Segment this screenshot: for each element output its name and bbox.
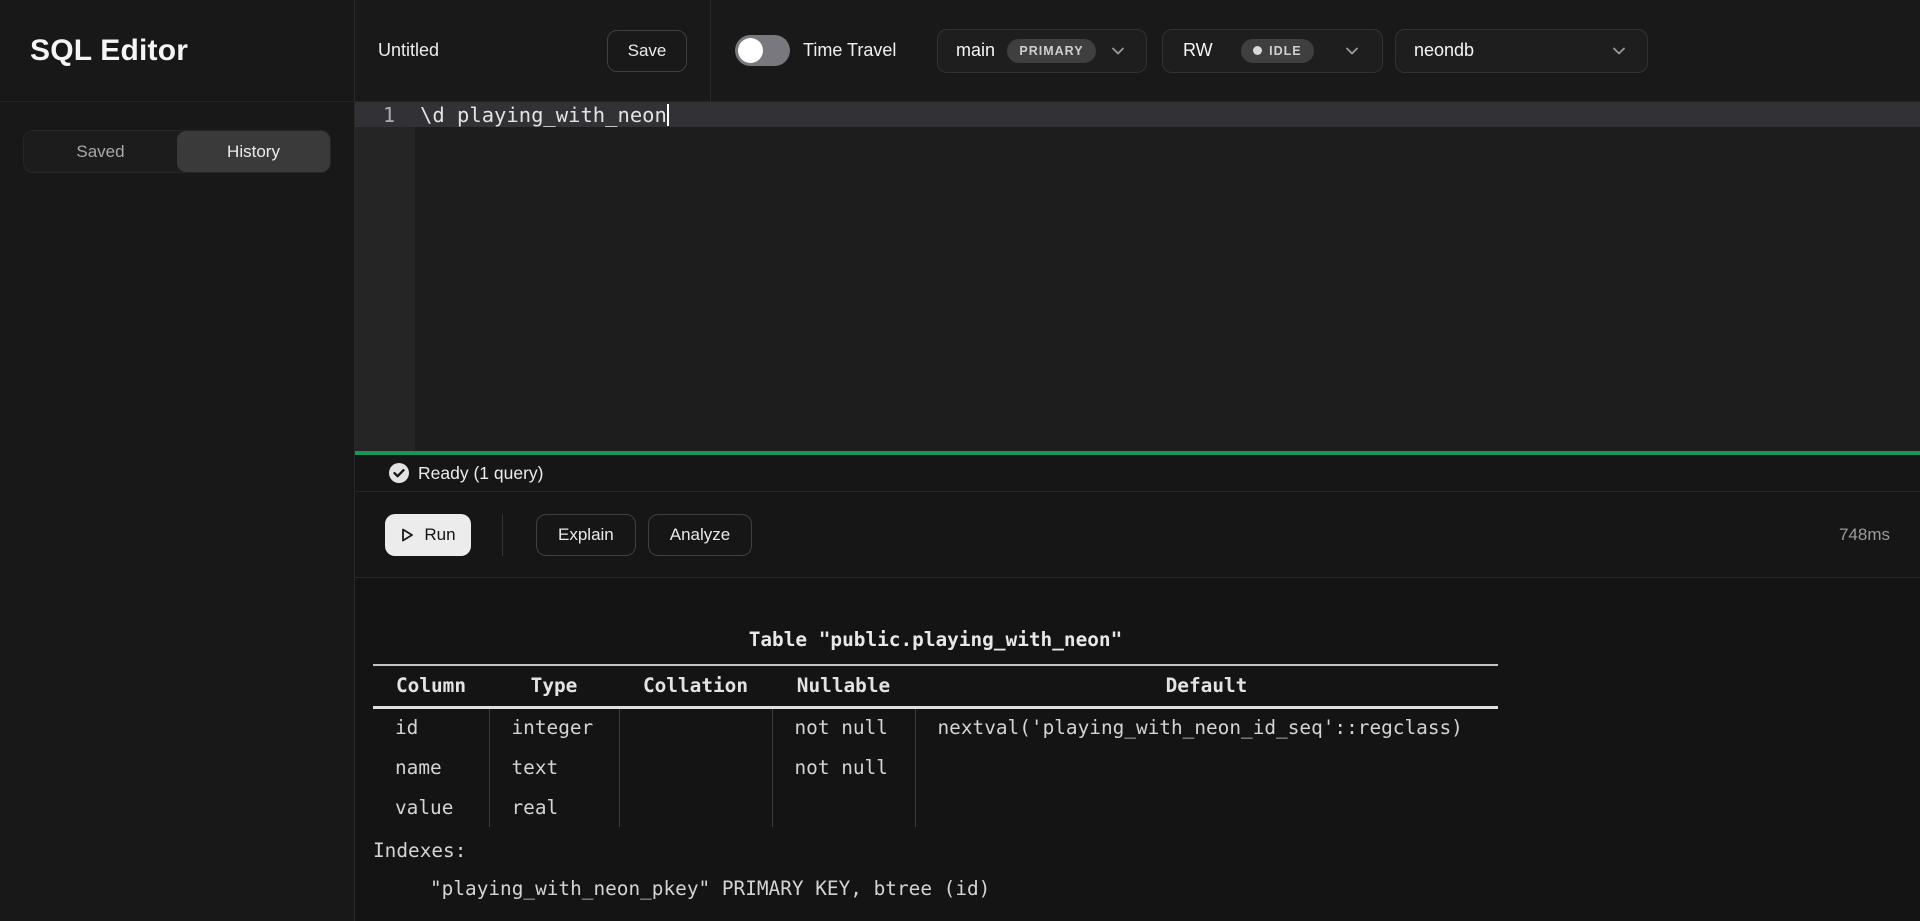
line-number: 1 <box>355 103 415 127</box>
analyze-button[interactable]: Analyze <box>648 514 752 556</box>
branch-name: main <box>956 40 995 61</box>
result-table: Column Type Collation Nullable Default i… <box>373 664 1498 827</box>
status-dot-icon <box>1253 46 1262 55</box>
database-name: neondb <box>1414 40 1474 61</box>
indexes-label: Indexes: <box>373 839 1920 863</box>
time-travel-toggle[interactable] <box>735 35 790 66</box>
check-circle-icon <box>388 462 410 484</box>
code-text: \d playing_with_neon <box>420 103 669 127</box>
chevron-down-icon <box>1342 41 1362 61</box>
query-title: Untitled <box>378 40 439 61</box>
explain-button[interactable]: Explain <box>536 514 636 556</box>
branch-badge: PRIMARY <box>1007 39 1095 63</box>
database-dropdown[interactable]: neondb <box>1395 29 1648 73</box>
chevron-down-icon <box>1108 41 1128 61</box>
result-table-title: Table "public.playing_with_neon" <box>373 626 1498 654</box>
column-header: Column <box>373 665 489 707</box>
page-title: SQL Editor <box>30 34 188 68</box>
column-header: Collation <box>619 665 772 707</box>
save-button[interactable]: Save <box>607 30 687 72</box>
editor-active-line[interactable]: 1 \d playing_with_neon <box>355 102 1920 127</box>
toggle-knob <box>738 38 763 63</box>
main-area: Untitled Save Time Travel main PRIMARY R… <box>355 0 1920 921</box>
index-detail: "playing_with_neon_pkey" PRIMARY KEY, bt… <box>373 877 1920 901</box>
column-header: Type <box>489 665 619 707</box>
sql-editor-canvas[interactable]: 1 \d playing_with_neon <box>355 102 1920 451</box>
results-panel: Table "public.playing_with_neon" Column … <box>355 578 1920 921</box>
run-button[interactable]: Run <box>385 514 471 556</box>
action-bar: Run Explain Analyze 748ms <box>355 492 1920 578</box>
text-cursor <box>667 104 669 126</box>
query-duration: 748ms <box>1839 525 1890 545</box>
table-row: name text not null <box>373 747 1498 787</box>
topbar: Untitled Save Time Travel main PRIMARY R… <box>355 0 1920 102</box>
table-row: value real <box>373 787 1498 827</box>
compute-name: RW <box>1183 40 1213 61</box>
status-message: Ready (1 query) <box>418 463 543 484</box>
time-travel-label: Time Travel <box>803 40 915 61</box>
play-icon <box>400 527 415 543</box>
divider <box>502 514 503 556</box>
topbar-controls: Time Travel main PRIMARY RW IDLE neondb <box>711 0 1648 101</box>
branch-dropdown[interactable]: main PRIMARY <box>937 29 1147 73</box>
topbar-query-section: Untitled Save <box>355 0 711 101</box>
compute-dropdown[interactable]: RW IDLE <box>1162 29 1383 73</box>
chevron-down-icon <box>1609 41 1629 61</box>
saved-history-tabs: Saved History <box>23 130 331 173</box>
result-header-row: Column Type Collation Nullable Default <box>373 665 1498 707</box>
tab-saved[interactable]: Saved <box>24 131 177 172</box>
sidebar: SQL Editor Saved History <box>0 0 355 921</box>
status-bar: Ready (1 query) <box>355 455 1920 492</box>
tab-history[interactable]: History <box>177 131 330 172</box>
table-row: id integer not null nextval('playing_wit… <box>373 707 1498 747</box>
sidebar-header: SQL Editor <box>0 0 354 102</box>
column-header: Default <box>915 665 1498 707</box>
compute-status-badge: IDLE <box>1241 39 1313 63</box>
column-header: Nullable <box>772 665 915 707</box>
editor-gutter <box>355 102 415 451</box>
